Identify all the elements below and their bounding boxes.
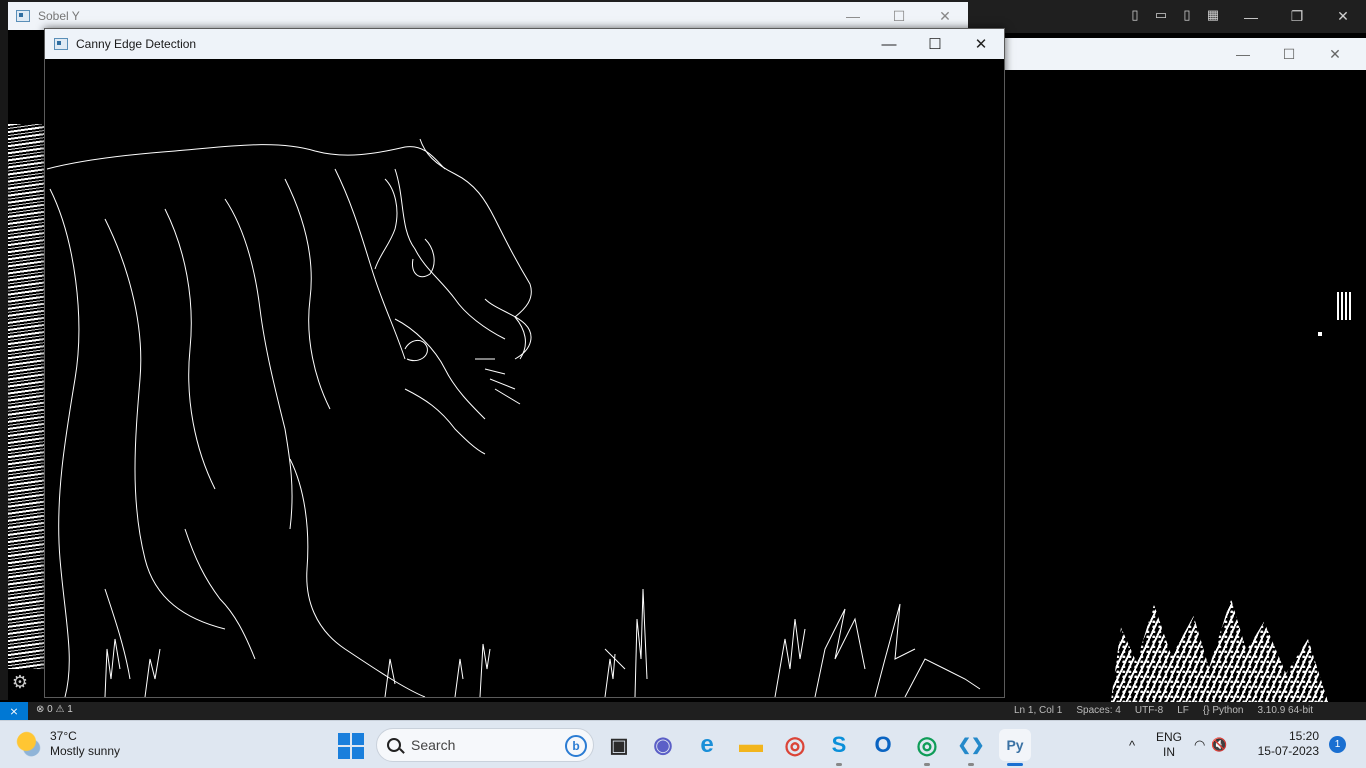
start-button[interactable]	[338, 733, 364, 759]
edge-button[interactable]: e	[691, 729, 723, 761]
edge-icon: e	[700, 731, 714, 758]
clock-date: 15-07-2023	[1257, 744, 1319, 758]
vscode-icon: ❮❯	[957, 737, 985, 754]
warning-icon: ⚠	[55, 704, 65, 715]
python-button[interactable]: Py	[999, 729, 1031, 766]
right-maximize-button[interactable]: ☐	[1266, 38, 1312, 70]
canny-minimize-button[interactable]: —	[866, 29, 912, 59]
right-window-titlebar[interactable]: — ☐ ✕	[1005, 38, 1366, 70]
notification-badge[interactable]: 1	[1329, 736, 1346, 753]
edge-image-grass	[1110, 598, 1330, 708]
error-icon: ⊗	[36, 704, 45, 715]
search-placeholder: Search	[411, 737, 456, 753]
lang-line2: IN	[1163, 745, 1175, 759]
teams-button[interactable]: ◉	[647, 729, 679, 761]
vscode-restore-button[interactable]: ❐	[1274, 0, 1320, 33]
vscode-statusbar: ⨯ ⊗ 0 ⚠ 1 Ln 1, Col 1 Spaces: 4 UTF-8 LF…	[0, 702, 1366, 720]
problems-indicator[interactable]: ⊗ 0 ⚠ 1	[36, 704, 73, 715]
lang-line1: ENG	[1156, 730, 1183, 744]
python-icon: Py	[1006, 737, 1024, 753]
canny-edge-image	[46, 138, 981, 697]
vscode-minimize-button[interactable]: —	[1228, 0, 1274, 33]
outlook-icon: O	[874, 732, 892, 757]
gear-icon[interactable]: ⚙	[8, 670, 32, 694]
language-indicator[interactable]: ENG IN	[1156, 730, 1182, 760]
weather-widget[interactable]: 37°C Mostly sunny	[16, 729, 120, 759]
search-icon	[387, 738, 401, 752]
canny-title: Canny Edge Detection	[76, 37, 197, 51]
warning-count: 1	[67, 704, 73, 715]
quick-settings[interactable]: ◠ 🔇	[1194, 737, 1228, 753]
line-ending[interactable]: LF	[1177, 705, 1189, 716]
vscode-close-button[interactable]: ✕	[1320, 0, 1366, 33]
language-mode[interactable]: {} Python	[1203, 705, 1244, 716]
sobel-title: Sobel Y	[38, 9, 80, 23]
chrome-button[interactable]: ◎	[779, 729, 811, 761]
clock[interactable]: 15:20 15-07-2023	[1257, 729, 1319, 759]
layout-customize-icon[interactable]: ▦	[1204, 6, 1222, 24]
error-count: 0	[47, 704, 53, 715]
sobel-titlebar[interactable]: Sobel Y — ☐ ✕	[8, 2, 968, 30]
right-minimize-button[interactable]: —	[1220, 38, 1266, 70]
tray-overflow-chevron-icon[interactable]: ^	[1120, 738, 1144, 753]
remote-button[interactable]: ⨯	[0, 702, 28, 720]
system-tray: ^ ENG IN ◠ 🔇	[1120, 721, 1228, 768]
vscode-layout-controls: ▯ ▭ ▯ ▦	[1126, 6, 1222, 24]
app-window-icon	[16, 10, 30, 22]
taskbar: 37°C Mostly sunny Search b ▣ ◉ e ▬ ◎ S O…	[0, 720, 1366, 768]
skype-icon: S	[831, 732, 847, 757]
bing-icon[interactable]: b	[565, 735, 587, 757]
indentation[interactable]: Spaces: 4	[1076, 705, 1120, 716]
weather-temp: 37°C	[50, 729, 77, 743]
app-window-icon	[54, 38, 68, 50]
vscode-button[interactable]: ❮❯	[955, 729, 987, 766]
canny-close-button[interactable]: ✕	[958, 29, 1004, 59]
encoding[interactable]: UTF-8	[1135, 705, 1163, 716]
vscode-activity-bar	[0, 0, 8, 700]
cursor-position[interactable]: Ln 1, Col 1	[1014, 705, 1062, 716]
wifi-icon: ◠	[1194, 737, 1206, 752]
grass-edges	[104, 588, 981, 697]
vscode-window-controls: — ❐ ✕	[1228, 0, 1366, 33]
outlook-button[interactable]: O	[867, 729, 899, 761]
task-view-icon: ▣	[609, 734, 629, 757]
clock-time: 15:20	[1288, 729, 1319, 743]
weather-desc: Mostly sunny	[50, 744, 121, 758]
panel-left-icon[interactable]: ▯	[1126, 6, 1144, 24]
canny-titlebar[interactable]: Canny Edge Detection — ☐ ✕	[45, 29, 1004, 59]
taskbar-search[interactable]: Search b	[376, 728, 594, 762]
teams-icon: ◉	[653, 732, 673, 757]
weather-sun-icon	[16, 731, 42, 757]
panel-bottom-icon[interactable]: ▭	[1152, 6, 1170, 24]
tiger-edges	[46, 138, 532, 697]
skype-button[interactable]: S	[823, 729, 855, 766]
chrome-profile-icon: ◎	[916, 731, 938, 759]
status-right-items: Ln 1, Col 1 Spaces: 4 UTF-8 LF {} Python…	[1014, 705, 1313, 716]
chrome-icon: ◎	[784, 731, 806, 759]
canny-edge-window[interactable]: Canny Edge Detection — ☐ ✕	[44, 28, 1005, 698]
sobel-close-button[interactable]: ✕	[922, 2, 968, 30]
file-explorer-button[interactable]: ▬	[735, 729, 767, 761]
task-view-button[interactable]: ▣	[603, 729, 635, 761]
volume-muted-icon: 🔇	[1211, 737, 1228, 752]
edge-output-window[interactable]: — ☐ ✕	[1005, 38, 1366, 708]
windows-logo-icon	[338, 733, 350, 745]
sobel-image-fragment	[8, 124, 45, 669]
sobel-maximize-button[interactable]: ☐	[876, 2, 922, 30]
sobel-minimize-button[interactable]: —	[830, 2, 876, 30]
python-interpreter[interactable]: 3.10.9 64-bit	[1257, 705, 1313, 716]
canny-maximize-button[interactable]: ☐	[912, 29, 958, 59]
chrome-profile-button[interactable]: ◎	[911, 729, 943, 766]
edge-image-fragment	[1337, 292, 1351, 320]
folder-icon: ▬	[739, 731, 763, 758]
panel-right-icon[interactable]: ▯	[1178, 6, 1196, 24]
edge-image-fragment	[1318, 332, 1322, 336]
right-close-button[interactable]: ✕	[1312, 38, 1358, 70]
